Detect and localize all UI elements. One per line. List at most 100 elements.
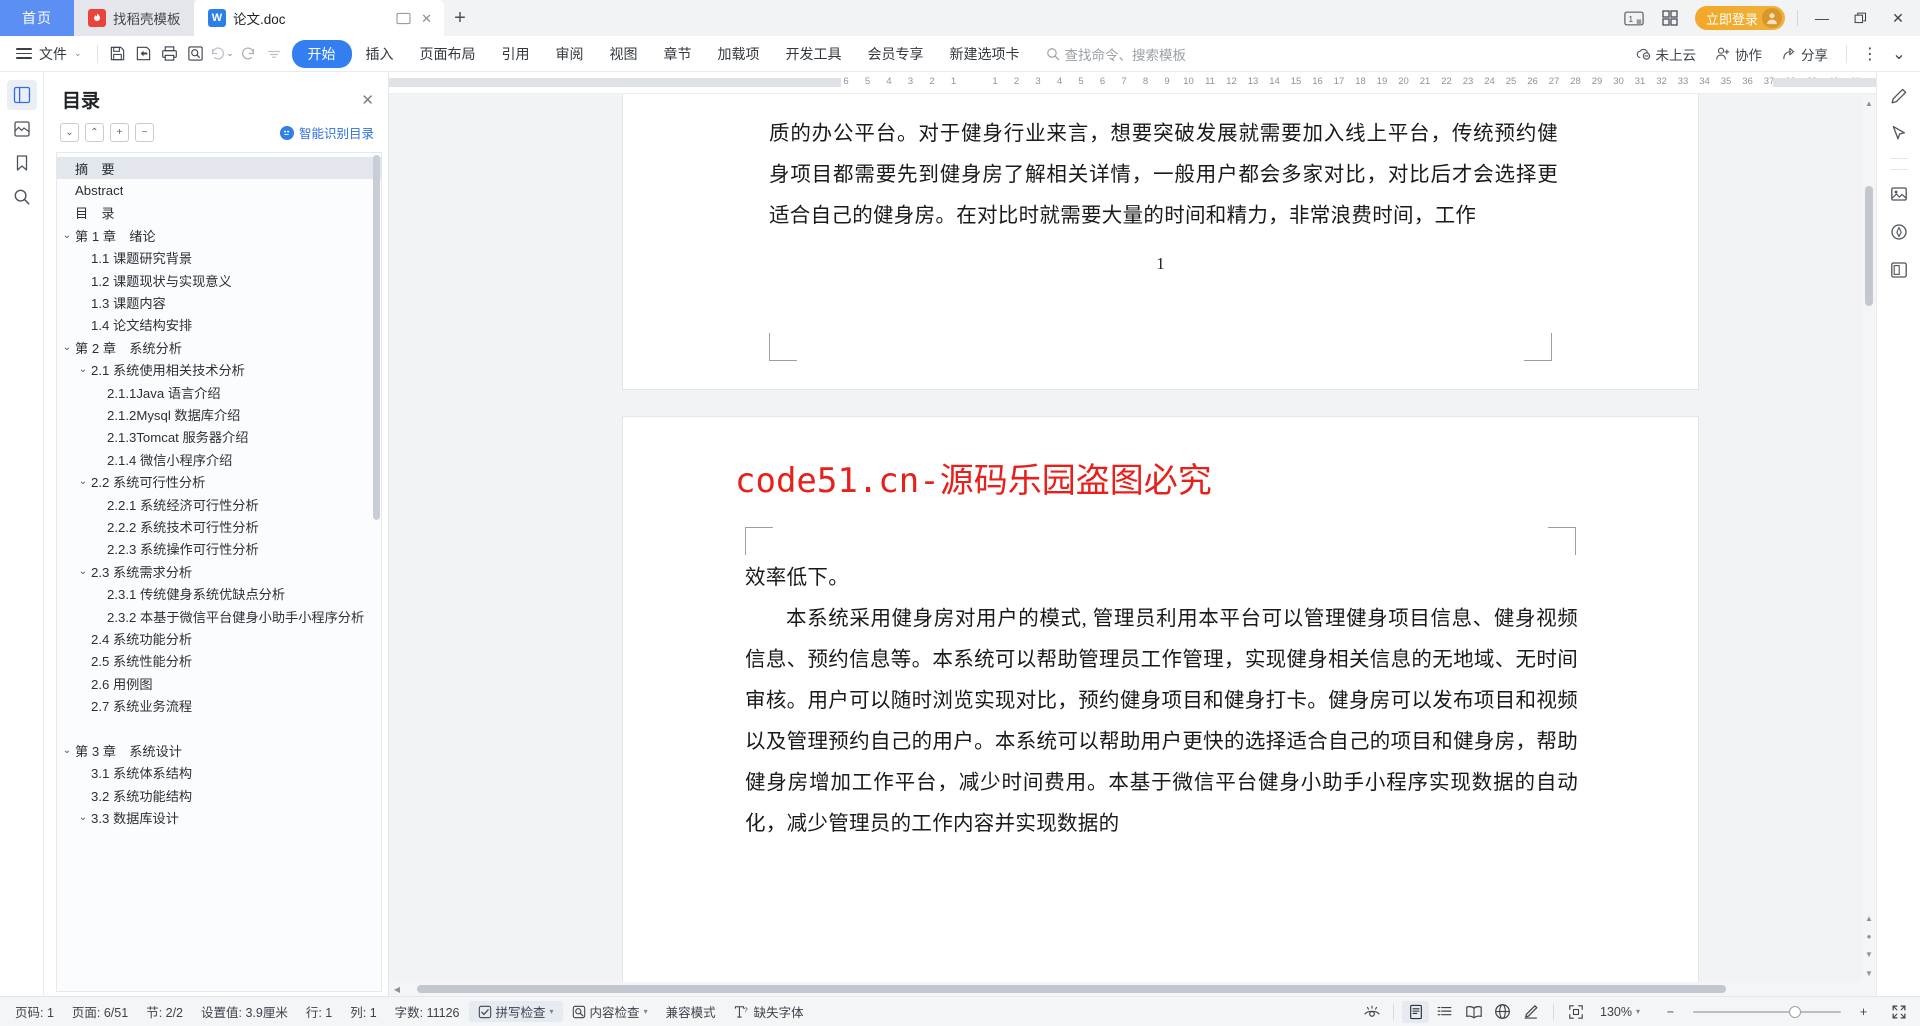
scroll-down-icon[interactable]: ▼ bbox=[1862, 966, 1876, 980]
tab-review[interactable]: 审阅 bbox=[544, 40, 596, 68]
smart-toc-button[interactable]: 智能识别目录 bbox=[279, 123, 374, 142]
close-icon[interactable]: ✕ bbox=[361, 91, 374, 109]
undo-icon[interactable]: ⌄ bbox=[209, 41, 235, 67]
toc-item[interactable]: 1.1 课题研究背景 bbox=[57, 247, 381, 269]
search-pane-icon[interactable] bbox=[7, 182, 37, 212]
next-page-icon[interactable]: ▼ bbox=[1863, 948, 1875, 960]
vertical-scrollbar[interactable]: ▲ ▲ ● ▼ ▼ bbox=[1862, 94, 1876, 982]
tab-page-layout[interactable]: 页面布局 bbox=[408, 40, 488, 68]
tab-document-active[interactable]: W 论文.doc ✕ bbox=[194, 0, 444, 36]
zoom-in-button[interactable]: + bbox=[1850, 1001, 1877, 1023]
undo-dropdown-icon[interactable]: ⌄ bbox=[226, 48, 234, 59]
toc-item[interactable]: 2.4 系统功能分析 bbox=[57, 627, 381, 649]
collaborate-button[interactable]: 协作 bbox=[1707, 41, 1770, 67]
zoom-slider[interactable]: − + bbox=[1651, 1001, 1883, 1023]
tab-new-tab[interactable]: 新建选项卡 bbox=[938, 40, 1032, 68]
grid-view-icon[interactable] bbox=[1653, 3, 1687, 33]
reading-view-icon[interactable] bbox=[1460, 1001, 1487, 1023]
image-insert-icon[interactable] bbox=[1884, 180, 1914, 208]
restore-button[interactable] bbox=[1842, 3, 1878, 33]
tab-close-icon[interactable]: ✕ bbox=[421, 12, 432, 25]
tab-developer[interactable]: 开发工具 bbox=[774, 40, 854, 68]
shape-insert-icon[interactable] bbox=[1884, 218, 1914, 246]
toc-item[interactable]: ⌄ 2.2 系统可行性分析 bbox=[57, 470, 381, 492]
status-line[interactable]: 行: 1 bbox=[297, 1002, 341, 1021]
tab-member[interactable]: 会员专享 bbox=[856, 40, 936, 68]
toc-scrollbar-thumb[interactable] bbox=[373, 155, 380, 520]
customize-qat-icon[interactable] bbox=[261, 41, 287, 67]
toc-item[interactable]: 1.4 论文结构安排 bbox=[57, 314, 381, 336]
save-icon[interactable] bbox=[105, 41, 131, 67]
horizontal-scrollbar-thumb[interactable] bbox=[417, 985, 1726, 993]
toc-item[interactable]: 2.7 系统业务流程 bbox=[57, 694, 381, 716]
prev-page-icon[interactable]: ▲ bbox=[1863, 912, 1875, 924]
chevron-down-icon[interactable]: ⌄ bbox=[59, 230, 75, 241]
status-page-count[interactable]: 页面: 6/51 bbox=[63, 1002, 137, 1021]
share-button[interactable]: 分享 bbox=[1773, 41, 1836, 67]
toc-item[interactable] bbox=[57, 717, 381, 739]
tab-docer-template[interactable]: 找稻壳模板 bbox=[74, 0, 194, 36]
zoom-slider-track[interactable] bbox=[1693, 1005, 1841, 1018]
toc-item[interactable]: ⌄ 第 1 章 绪论 bbox=[57, 224, 381, 246]
tab-home[interactable]: 首页 bbox=[0, 0, 74, 36]
minimize-button[interactable]: — bbox=[1804, 3, 1840, 33]
page-view-icon[interactable] bbox=[1402, 1000, 1429, 1023]
toc-item[interactable]: 1.2 课题现状与实现意义 bbox=[57, 269, 381, 291]
chevron-down-icon[interactable]: ▾ bbox=[550, 1007, 554, 1016]
chevron-down-icon[interactable]: ▾ bbox=[1636, 1007, 1640, 1016]
toc-item[interactable]: ⌄ 2.1 系统使用相关技术分析 bbox=[57, 359, 381, 381]
toc-item[interactable]: 3.2 系统功能结构 bbox=[57, 784, 381, 806]
outline-pane-icon[interactable] bbox=[6, 80, 37, 110]
toc-item[interactable]: Abstract bbox=[57, 179, 381, 201]
toc-item[interactable]: 2.1.1Java 语言介绍 bbox=[57, 381, 381, 403]
status-page-number[interactable]: 页码: 1 bbox=[6, 1002, 63, 1021]
ribbon-more-icon[interactable]: ⋮ bbox=[1857, 41, 1883, 67]
tab-start[interactable]: 开始 bbox=[291, 39, 352, 68]
vertical-scrollbar-thumb[interactable] bbox=[1865, 186, 1873, 306]
status-word-count[interactable]: 字数: 11126 bbox=[386, 1002, 469, 1021]
status-column[interactable]: 列: 1 bbox=[341, 1002, 385, 1021]
file-menu-button[interactable]: 文件 ⌄ bbox=[8, 44, 90, 64]
tab-section[interactable]: 章节 bbox=[652, 40, 704, 68]
print-preview-icon[interactable] bbox=[183, 41, 209, 67]
tab-insert[interactable]: 插入 bbox=[354, 40, 406, 68]
scroll-up-icon[interactable]: ▲ bbox=[1862, 96, 1876, 110]
toc-item[interactable]: 目 录 bbox=[57, 202, 381, 224]
toc-item[interactable]: ⌄ 第 3 章 系统设计 bbox=[57, 739, 381, 761]
tab-view[interactable]: 视图 bbox=[598, 40, 650, 68]
horizontal-scrollbar[interactable]: ◀ bbox=[389, 982, 1876, 996]
horizontal-ruler[interactable]: 6 5 4 3 2 1 1 2 3 4 5 6 7 8 9 10 11 12 13 14 15 16 17 18 19 20 21 2… bbox=[389, 72, 1876, 94]
toc-item[interactable]: 2.2.3 系统操作可行性分析 bbox=[57, 538, 381, 560]
toc-item[interactable]: 1.3 课题内容 bbox=[57, 291, 381, 313]
chevron-down-icon[interactable]: ⌄ bbox=[75, 812, 91, 823]
toc-item[interactable]: 2.2.1 系统经济可行性分析 bbox=[57, 493, 381, 515]
status-setting-value[interactable]: 设置值: 3.9厘米 bbox=[192, 1002, 297, 1021]
redo-icon[interactable] bbox=[235, 41, 261, 67]
command-search[interactable]: 查找命令、搜索模板 bbox=[1046, 44, 1186, 64]
save-as-icon[interactable] bbox=[131, 41, 157, 67]
promote-level-icon[interactable]: + bbox=[110, 123, 129, 142]
chevron-down-icon[interactable]: ⌄ bbox=[75, 566, 91, 577]
toc-item[interactable]: 2.5 系统性能分析 bbox=[57, 650, 381, 672]
toc-item[interactable]: 2.1.2Mysql 数据库介绍 bbox=[57, 403, 381, 425]
fit-page-icon[interactable] bbox=[1562, 1001, 1589, 1023]
cloud-status-button[interactable]: 未上云 bbox=[1627, 41, 1705, 67]
spell-check-button[interactable]: 拼写检查 ▾ bbox=[468, 1001, 563, 1022]
toc-item[interactable]: 2.3.1 传统健身系统优缺点分析 bbox=[57, 582, 381, 604]
tab-list-icon[interactable]: 1 bbox=[1617, 3, 1651, 33]
chevron-down-icon[interactable]: ⌄ bbox=[75, 364, 91, 375]
document-page-1[interactable]: 质的办公平台。对于健身行业来言，想要突破发展就需要加入线上平台，传统预约健身项目… bbox=[623, 94, 1698, 389]
toc-item[interactable]: 3.1 系统体系结构 bbox=[57, 762, 381, 784]
pen-edit-icon[interactable] bbox=[1884, 82, 1914, 110]
chevron-down-icon[interactable]: ⌄ bbox=[59, 745, 75, 756]
scroll-left-icon[interactable]: ◀ bbox=[389, 982, 405, 996]
login-button[interactable]: 立即登录 bbox=[1694, 6, 1785, 30]
status-section[interactable]: 节: 2/2 bbox=[137, 1002, 192, 1021]
missing-font-button[interactable]: ? 缺失字体 bbox=[725, 1002, 813, 1021]
toc-item[interactable]: ⌄ 2.3 系统需求分析 bbox=[57, 560, 381, 582]
web-view-icon[interactable] bbox=[1489, 1001, 1516, 1023]
chevron-down-icon[interactable]: ▾ bbox=[644, 1007, 648, 1016]
bookmark-pane-icon[interactable] bbox=[7, 148, 37, 178]
tab-addins[interactable]: 加载项 bbox=[706, 40, 772, 68]
collapse-all-icon[interactable]: ⌄ bbox=[60, 123, 79, 142]
